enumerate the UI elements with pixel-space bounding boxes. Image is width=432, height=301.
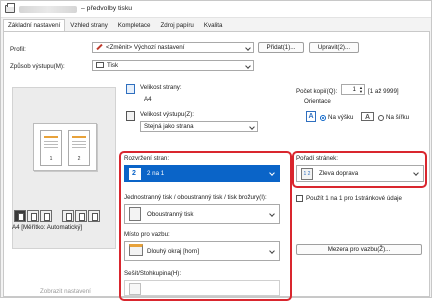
page-order-select[interactable]: 1 2 Zleva doprava bbox=[296, 165, 424, 182]
view-printer-icon[interactable] bbox=[14, 210, 26, 222]
duplex-label: Jednostranný tisk / oboustranný tisk / t… bbox=[124, 194, 267, 201]
output-method-value: Tisk bbox=[107, 62, 119, 69]
stapling-label: Sešít/Stohkupina(H): bbox=[124, 270, 182, 277]
output-size-label: Velikost výstupu(Z): bbox=[140, 111, 194, 118]
duplex-icon bbox=[129, 207, 141, 221]
view-layout-icon[interactable] bbox=[62, 210, 74, 222]
chevron-down-icon bbox=[269, 211, 275, 217]
view-settings-icon[interactable] bbox=[27, 210, 39, 222]
portrait-icon: A bbox=[306, 111, 316, 122]
stapling-select[interactable] bbox=[124, 280, 280, 296]
left-to-right-icon: 1 2 bbox=[301, 168, 313, 180]
one-on-one-checkbox[interactable] bbox=[296, 195, 303, 202]
copies-label: Počet kopií(Q): bbox=[296, 88, 338, 95]
chevron-down-icon bbox=[245, 63, 251, 69]
portrait-radio[interactable] bbox=[320, 115, 326, 121]
chevron-down-icon bbox=[249, 124, 255, 130]
landscape-icon: A bbox=[361, 112, 374, 121]
staple-icon bbox=[129, 283, 141, 295]
binding-select[interactable]: Dlouhý okraj [horn] bbox=[124, 241, 280, 261]
binding-label: Místo pro vazbu: bbox=[124, 231, 170, 238]
gutter-button[interactable]: Mezera pro vazbu(Ž)... bbox=[296, 244, 422, 255]
printer-icon bbox=[5, 3, 15, 13]
layout-label: Rozvržení stran: bbox=[124, 155, 170, 162]
show-settings-button[interactable]: Zobrazit nastavení bbox=[40, 288, 91, 295]
chevron-down-icon bbox=[269, 248, 275, 254]
profile-add-button[interactable]: Přidat(1)... bbox=[258, 42, 304, 53]
output-size-icon bbox=[126, 111, 135, 121]
profile-select[interactable]: <Změnit> Výchozí nastavení bbox=[92, 42, 254, 53]
output-size-select[interactable]: Stejná jako strana bbox=[140, 121, 258, 132]
view-binding-icon[interactable] bbox=[75, 210, 87, 222]
printer-name-redacted bbox=[19, 6, 77, 13]
view-stapling-icon[interactable] bbox=[40, 210, 52, 222]
duplex-value: Oboustranný tisk bbox=[147, 211, 194, 218]
preview-view-buttons bbox=[12, 210, 116, 224]
basic-settings-panel: Profil: <Změnit> Výchozí nastavení Přida… bbox=[3, 31, 430, 301]
copies-input[interactable]: 1 ▲ ▼ bbox=[341, 84, 365, 95]
layout-select[interactable]: 2 2 na 1 bbox=[124, 165, 280, 182]
binding-value: Dlouhý okraj [horn] bbox=[147, 248, 199, 255]
profile-label: Profil: bbox=[10, 46, 26, 53]
copies-value: 1 bbox=[352, 86, 356, 93]
title-bar: – předvolby tisku bbox=[1, 1, 431, 18]
landscape-radio[interactable] bbox=[378, 115, 384, 121]
view-page-icon[interactable] bbox=[88, 210, 100, 222]
preview-caption: A4 [Měřítko: Automatický] bbox=[12, 224, 83, 231]
page-size-value[interactable]: A4 bbox=[144, 96, 152, 103]
printer-small-icon bbox=[96, 62, 104, 69]
spinner-icon[interactable]: ▲ ▼ bbox=[359, 86, 363, 94]
page-order-value: Zleva doprava bbox=[319, 170, 359, 177]
print-preferences-window: – předvolby tisku Základní nastavení Vzh… bbox=[0, 0, 432, 301]
preview-page-1: 1 bbox=[40, 130, 62, 166]
profile-edit-button[interactable]: Upravit(2)... bbox=[309, 42, 359, 53]
page-order-label: Pořadí stránek: bbox=[296, 155, 338, 162]
copies-range: [1 až 9999] bbox=[368, 88, 399, 95]
output-method-select[interactable]: Tisk bbox=[92, 60, 254, 71]
portrait-label: Na výšku bbox=[328, 114, 354, 121]
one-on-one-label: Použít 1 na 1 pro 1stránkové údaje bbox=[306, 195, 402, 202]
window-title: – předvolby tisku bbox=[81, 5, 133, 12]
chevron-down-icon bbox=[413, 170, 419, 176]
layout-2up-icon: 2 bbox=[129, 168, 141, 180]
chevron-down-icon bbox=[245, 45, 251, 51]
profile-value: <Změnit> Výchozí nastavení bbox=[106, 44, 185, 51]
output-method-label: Způsob výstupu(M): bbox=[10, 63, 65, 70]
duplex-select[interactable]: Oboustranný tisk bbox=[124, 204, 280, 224]
landscape-label: Na šířku bbox=[386, 114, 410, 121]
preview-sheet: 1 2 bbox=[33, 123, 97, 171]
pencil-icon bbox=[96, 44, 103, 51]
binding-long-edge-icon bbox=[129, 244, 143, 256]
output-size-value: Stejná jako strana bbox=[144, 123, 194, 130]
page-size-icon bbox=[126, 84, 135, 94]
preview-page-2: 2 bbox=[68, 130, 90, 166]
page-size-label: Velikost strany: bbox=[140, 84, 182, 91]
orientation-label: Orientace bbox=[304, 98, 331, 105]
chevron-down-icon bbox=[269, 170, 275, 176]
layout-value: 2 na 1 bbox=[147, 170, 165, 177]
